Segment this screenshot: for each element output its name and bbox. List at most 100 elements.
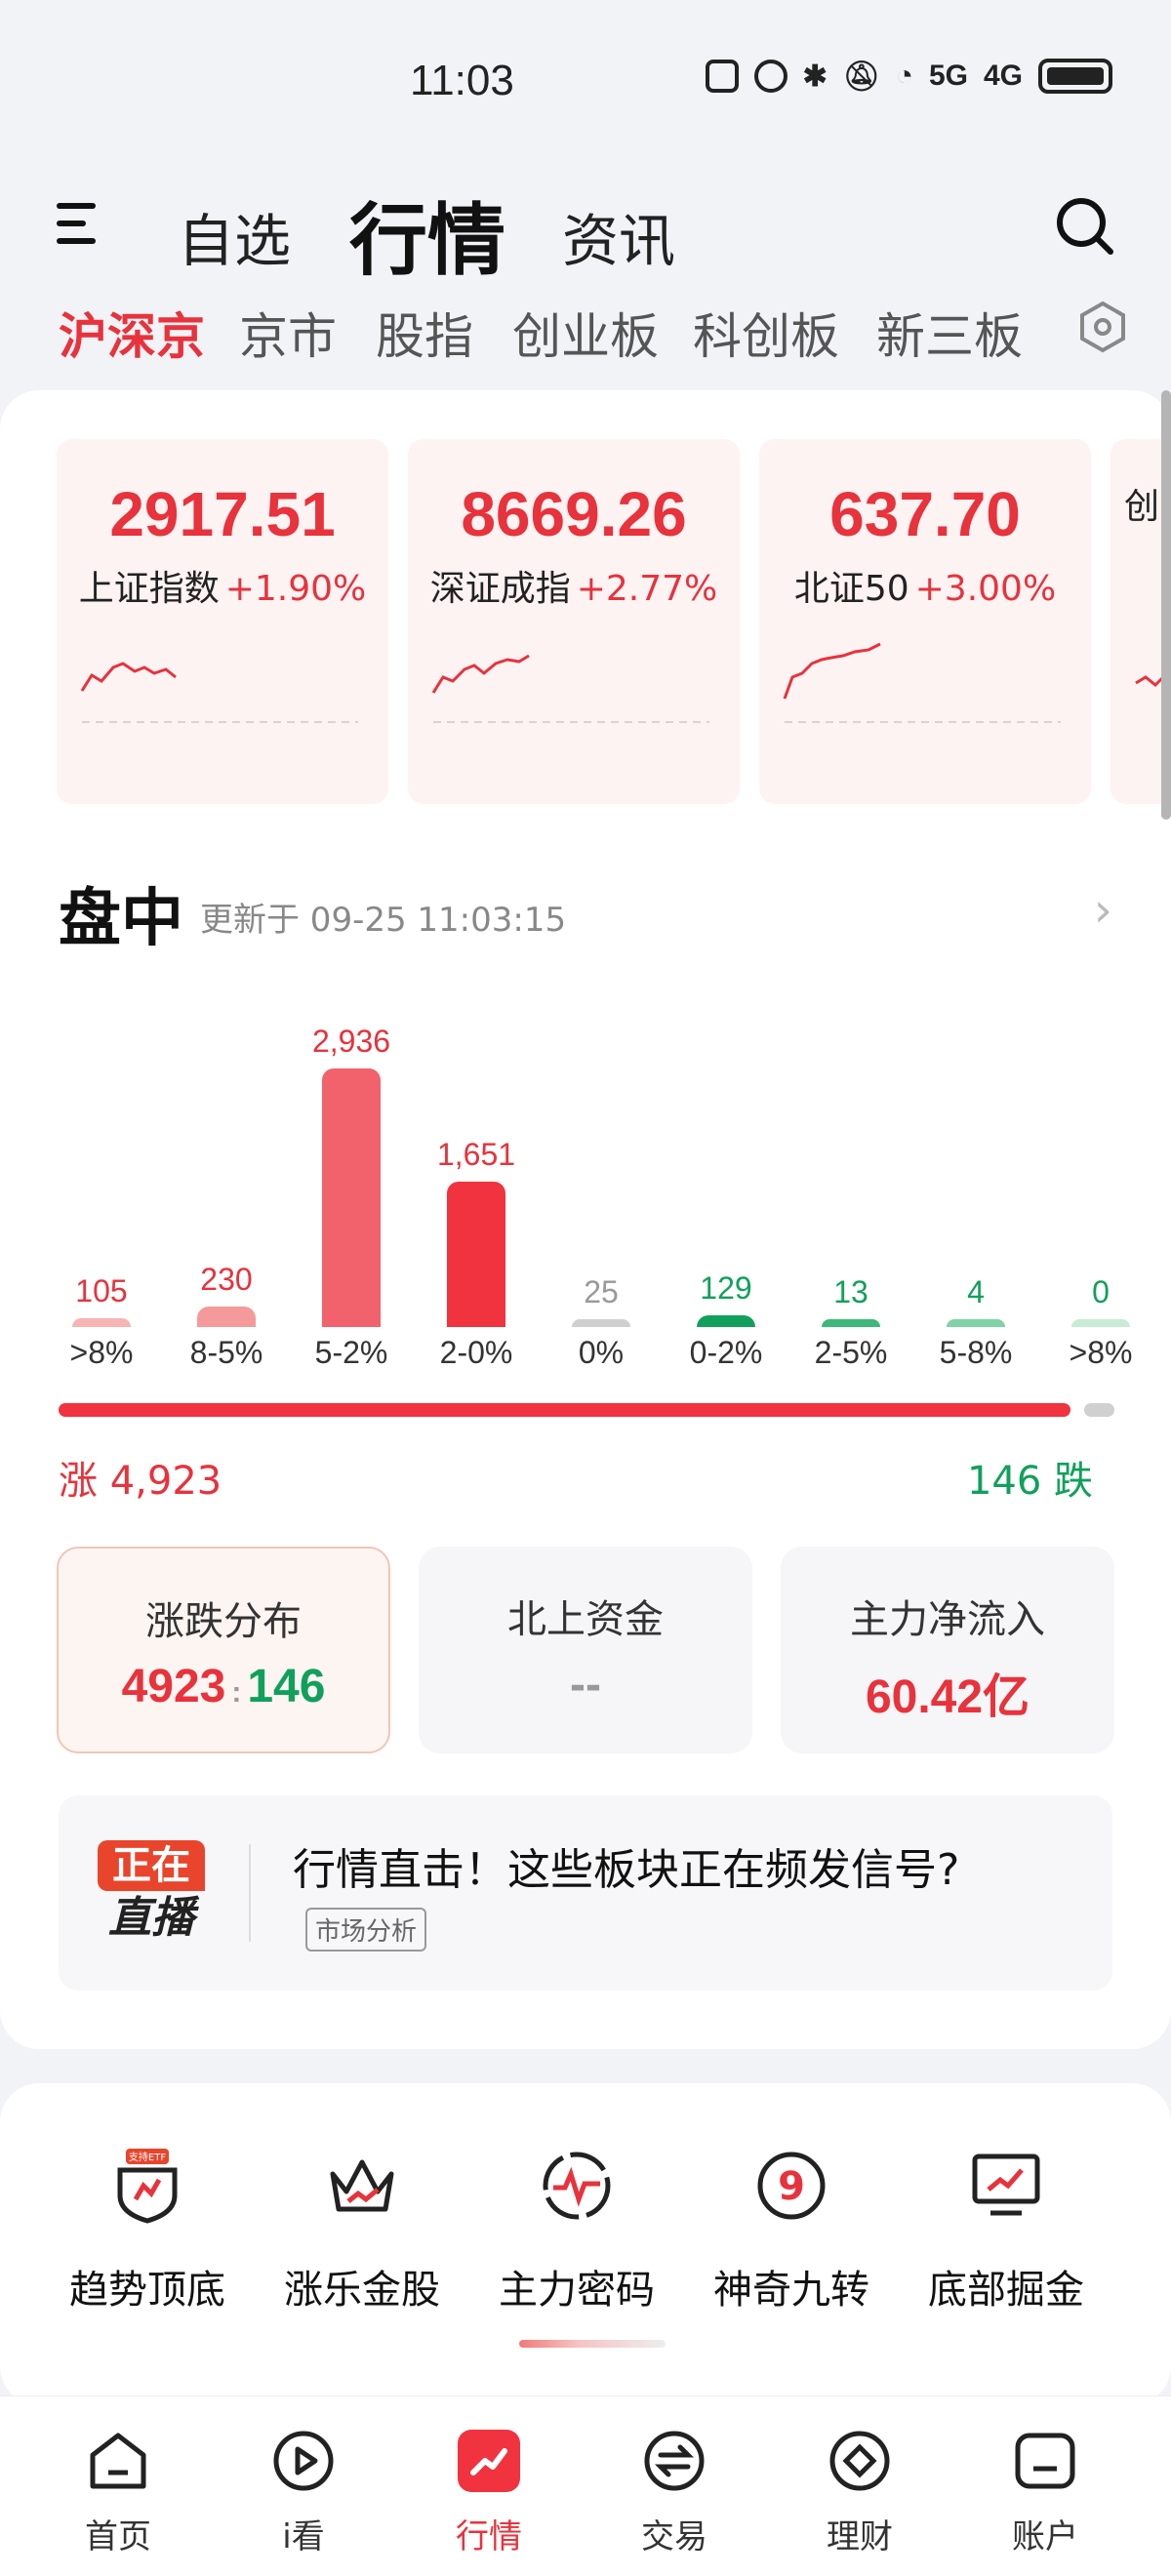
tab-market[interactable]: 行情 <box>349 178 505 291</box>
market-tab-star[interactable]: 科创板 <box>693 298 839 368</box>
dist-category-label: 2-0% <box>439 1335 513 1370</box>
account-icon <box>1015 2433 1075 2489</box>
dist-column: 1,651 2-0% <box>414 995 539 1405</box>
dist-value-label: 230 <box>200 1262 253 1297</box>
dist-bar <box>197 1307 256 1327</box>
pulse-circle-icon <box>543 2152 611 2220</box>
tool-golden-stocks[interactable]: 涨乐金股 <box>250 2147 474 2314</box>
dist-category-label: >8% <box>69 1335 134 1370</box>
dist-category-label: 0-2% <box>689 1335 763 1370</box>
monitor-chart-icon <box>972 2153 1040 2216</box>
settings-gear-icon[interactable] <box>1073 298 1132 356</box>
dist-value-label: 25 <box>584 1274 619 1309</box>
dist-value-label: 129 <box>700 1270 752 1306</box>
dist-column: 13 2-5% <box>788 995 913 1405</box>
live-banner[interactable]: 正在 直播 行情直击！这些板块正在频发信号? 市场分析 <box>59 1795 1112 1991</box>
signal-5g-icon: 5G <box>928 60 968 92</box>
tool-label: 神奇九转 <box>713 2268 869 2313</box>
stat-separator: : <box>231 1676 242 1709</box>
breadth-up-segment <box>59 1403 1070 1417</box>
market-overview-card: 2917.51 上证指数 +1.90% 8669.26 深证成指 +2.77% 63… <box>0 390 1171 2049</box>
index-name: 深证成指 <box>429 569 571 609</box>
tab-news[interactable]: 资讯 <box>562 195 675 277</box>
index-change: +2.77% <box>576 569 718 609</box>
stat-rise-fall[interactable]: 涨跌分布 4923:146 <box>57 1547 390 1753</box>
market-tab-bj[interactable]: 京市 <box>239 298 337 368</box>
etf-badge-text: 支持ETF <box>129 2151 166 2163</box>
battery-icon <box>1038 59 1112 94</box>
section-title: 盘中 <box>59 883 183 955</box>
tab-watchlist[interactable]: 自选 <box>178 195 291 277</box>
live-title: 行情直击！这些板块正在频发信号? <box>293 1845 960 1895</box>
dist-bar <box>1071 1319 1130 1327</box>
tabbar-account[interactable]: 账户 <box>952 2426 1138 2557</box>
dist-value-label: 105 <box>75 1273 128 1308</box>
home-icon <box>90 2433 146 2489</box>
tool-magic-nine[interactable]: 9 神奇九转 <box>679 2147 904 2314</box>
tabbar-market[interactable]: 行情 <box>396 2426 582 2557</box>
index-cards-row: 2917.51 上证指数 +1.90% 8669.26 深证成指 +2.77% 63… <box>57 439 1171 810</box>
tabbar-home[interactable]: 首页 <box>25 2426 211 2557</box>
tab-label: 首页 <box>85 2517 151 2556</box>
tool-bottom-gold[interactable]: 底部掘金 <box>894 2147 1118 2314</box>
breadth-down-segment <box>1084 1403 1114 1417</box>
index-scrollbar[interactable] <box>1161 390 1171 820</box>
index-sparkline <box>783 642 1061 723</box>
dist-column: 129 0-2% <box>664 995 788 1405</box>
index-name: 北证50 <box>793 569 909 609</box>
stat-value: 60.42亿 <box>865 1671 1030 1723</box>
dist-bar <box>447 1182 505 1327</box>
stat-northbound[interactable]: 北上资金 -- <box>419 1547 752 1753</box>
stat-down-value: 146 <box>247 1661 326 1712</box>
menu-icon[interactable] <box>57 203 100 246</box>
index-card-sse[interactable]: 2917.51 上证指数 +1.90% <box>57 439 388 804</box>
dist-column: 105 >8% <box>39 995 164 1405</box>
chevron-right-icon[interactable]: › <box>1094 883 1112 938</box>
stat-main-inflow[interactable]: 主力净流入 60.42亿 <box>781 1547 1114 1753</box>
index-sparkline <box>431 654 709 723</box>
index-card-szse[interactable]: 8669.26 深证成指 +2.77% <box>408 439 740 804</box>
tabbar-ikan[interactable]: i看 <box>211 2426 396 2557</box>
index-change: +1.90% <box>224 569 367 609</box>
market-tab-hsj[interactable]: 沪深京 <box>59 298 205 368</box>
dist-column: 25 0% <box>539 995 664 1405</box>
dist-value-label: 2,936 <box>311 1024 391 1059</box>
tool-trend-top-bottom[interactable]: 支持ETF 趋势顶底 <box>35 2147 260 2314</box>
tabbar-trade[interactable]: 交易 <box>582 2426 767 2557</box>
dist-value-label: 1,651 <box>436 1137 516 1172</box>
search-icon[interactable] <box>1054 195 1116 258</box>
tool-label: 趋势顶底 <box>69 2268 225 2313</box>
dist-value-label: 4 <box>967 1274 985 1309</box>
tab-label: 账户 <box>1012 2517 1078 2556</box>
breadth-ratio-bar <box>59 1403 1114 1417</box>
index-card-bj50[interactable]: 637.70 北证50 +3.00% <box>759 439 1091 804</box>
mute-icon: 🔕︎ <box>842 60 880 93</box>
market-tab-index[interactable]: 股指 <box>376 298 473 368</box>
top-header: 自选 行情 资讯 <box>0 166 1171 286</box>
exchange-icon <box>644 2431 705 2491</box>
dist-category-label: 5-8% <box>939 1335 1013 1370</box>
live-tag: 市场分析 <box>305 1908 427 1952</box>
status-icons: ✱ 🔕︎ ◔ 5G 4G <box>705 59 1112 94</box>
dist-category-label: 8-5% <box>189 1335 263 1370</box>
trend-shield-icon: 支持ETF <box>117 2149 178 2224</box>
signal-4g-icon: 4G <box>983 60 1023 92</box>
dist-category-label: 5-2% <box>314 1335 388 1370</box>
stat-value: -- <box>570 1659 601 1711</box>
live-badge-bottom: 直播 <box>108 1893 194 1943</box>
dist-bar <box>572 1319 630 1327</box>
tool-main-force-code[interactable]: 主力密码 <box>464 2147 689 2314</box>
dist-bar <box>697 1315 755 1327</box>
index-value: 8669.26 <box>461 479 687 549</box>
tabbar-wealth[interactable]: 理财 <box>767 2426 952 2557</box>
market-tab-gem[interactable]: 创业板 <box>512 298 659 368</box>
index-value: 637.70 <box>829 479 1021 549</box>
stat-title: 主力净流入 <box>850 1597 1045 1642</box>
nfc-icon <box>705 60 739 93</box>
market-tab-neeq[interactable]: 新三板 <box>876 298 1023 368</box>
tool-label: 底部掘金 <box>928 2268 1084 2313</box>
dist-column: 230 8-5% <box>164 995 289 1405</box>
dist-bar <box>822 1319 880 1327</box>
status-time: 11:03 <box>410 57 514 104</box>
status-bar: 11:03 ✱ 🔕︎ ◔ 5G 4G <box>0 0 1171 146</box>
